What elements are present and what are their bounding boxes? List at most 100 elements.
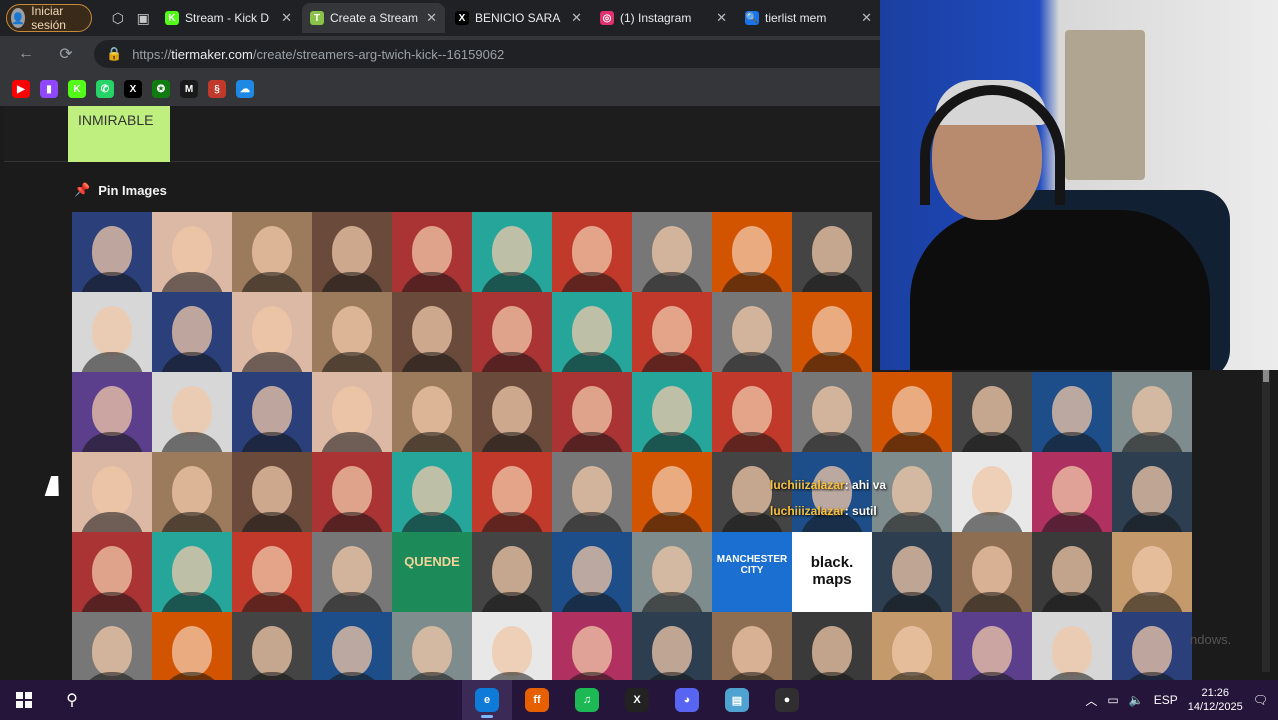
tab-1[interactable]: K Stream - Kick D ✕ bbox=[157, 3, 300, 33]
scrollbar-thumb[interactable] bbox=[1263, 368, 1269, 382]
language-indicator[interactable]: ESP bbox=[1154, 693, 1178, 707]
manchester-city-logo-image[interactable]: MANCHESTER CITY bbox=[712, 532, 792, 612]
streamer-image[interactable] bbox=[72, 292, 152, 372]
streamer-image[interactable] bbox=[952, 452, 1032, 532]
streamer-image[interactable] bbox=[152, 452, 232, 532]
bookmark-x-icon[interactable]: X bbox=[124, 80, 142, 98]
taskbar-edge-button[interactable]: e bbox=[462, 680, 512, 720]
workspaces-icon[interactable]: ⬡ bbox=[106, 4, 129, 32]
streamer-image[interactable] bbox=[232, 372, 312, 452]
streamer-image[interactable] bbox=[232, 532, 312, 612]
streamer-image[interactable] bbox=[552, 532, 632, 612]
streamer-image[interactable] bbox=[632, 452, 712, 532]
streamer-image[interactable] bbox=[1032, 532, 1112, 612]
bookmark-youtube-icon[interactable]: ▶ bbox=[12, 80, 30, 98]
streamer-image[interactable] bbox=[1032, 372, 1112, 452]
streamer-image[interactable] bbox=[152, 292, 232, 372]
notification-icon[interactable]: 🗨 bbox=[1253, 693, 1268, 707]
streamer-image[interactable] bbox=[472, 452, 552, 532]
volume-icon[interactable]: 🔈 bbox=[1129, 693, 1144, 707]
streamer-image[interactable] bbox=[152, 372, 232, 452]
streamer-image[interactable] bbox=[552, 292, 632, 372]
streamer-image[interactable] bbox=[472, 292, 552, 372]
streamer-image[interactable] bbox=[312, 212, 392, 292]
streamer-image[interactable] bbox=[632, 212, 712, 292]
streamer-image[interactable] bbox=[152, 532, 232, 612]
streamer-image[interactable] bbox=[392, 212, 472, 292]
bookmark-medium-icon[interactable]: M bbox=[180, 80, 198, 98]
tier-label[interactable]: INMIRABLE bbox=[68, 106, 170, 162]
tab-actions-icon[interactable]: ▣ bbox=[132, 4, 155, 32]
tab-4[interactable]: ◎ (1) Instagram ✕ bbox=[592, 3, 735, 33]
streamer-image[interactable] bbox=[152, 212, 232, 292]
streamer-image[interactable] bbox=[872, 452, 952, 532]
tab-2[interactable]: T Create a Stream ✕ bbox=[301, 3, 445, 33]
streamer-image[interactable] bbox=[632, 532, 712, 612]
start-button[interactable] bbox=[0, 680, 48, 720]
bookmark-app-icon[interactable]: § bbox=[208, 80, 226, 98]
bookmark-whatsapp-icon[interactable]: ✆ bbox=[96, 80, 114, 98]
close-icon[interactable]: ✕ bbox=[571, 10, 582, 26]
streamer-image[interactable] bbox=[952, 532, 1032, 612]
streamer-image[interactable] bbox=[952, 372, 1032, 452]
close-icon[interactable]: ✕ bbox=[426, 10, 437, 26]
streamer-image[interactable] bbox=[312, 372, 392, 452]
streamer-image[interactable] bbox=[72, 212, 152, 292]
streamer-image[interactable] bbox=[552, 452, 632, 532]
streamer-image[interactable] bbox=[872, 532, 952, 612]
streamer-image[interactable] bbox=[872, 372, 952, 452]
streamer-image[interactable] bbox=[72, 532, 152, 612]
back-arrow-icon[interactable]: ← bbox=[14, 45, 38, 63]
bookmark-twitch-icon[interactable]: ▮ bbox=[40, 80, 58, 98]
streamer-image[interactable] bbox=[312, 452, 392, 532]
bookmark-cloud-icon[interactable]: ☁ bbox=[236, 80, 254, 98]
streamer-image[interactable] bbox=[232, 212, 312, 292]
bookmark-kick-icon[interactable]: K bbox=[68, 80, 86, 98]
streamer-image[interactable] bbox=[232, 292, 312, 372]
streamer-image[interactable] bbox=[712, 292, 792, 372]
streamer-image[interactable] bbox=[312, 292, 392, 372]
streamer-image[interactable] bbox=[72, 452, 152, 532]
streamer-image[interactable] bbox=[1112, 532, 1192, 612]
address-bar[interactable]: 🔒 https://tiermaker.com/create/streamers… bbox=[94, 40, 880, 68]
streamer-image[interactable] bbox=[712, 452, 792, 532]
streamer-image[interactable] bbox=[392, 292, 472, 372]
black-maps-logo-image[interactable]: black. maps bbox=[792, 532, 872, 612]
search-icon[interactable]: ⚲ bbox=[48, 680, 96, 720]
streamer-image[interactable] bbox=[792, 292, 872, 372]
streamer-image[interactable] bbox=[72, 372, 152, 452]
bookmark-xbox-icon[interactable]: ✪ bbox=[152, 80, 170, 98]
streamer-image[interactable] bbox=[312, 532, 392, 612]
clock[interactable]: 21:26 14/12/2025 bbox=[1188, 686, 1243, 714]
tab-5[interactable]: 🔍 tierlist mem ✕ bbox=[737, 3, 880, 33]
streamer-image[interactable] bbox=[552, 372, 632, 452]
streamer-image[interactable] bbox=[392, 372, 472, 452]
streamer-image[interactable] bbox=[472, 532, 552, 612]
streamer-image[interactable] bbox=[792, 212, 872, 292]
streamer-image[interactable] bbox=[472, 372, 552, 452]
close-icon[interactable]: ✕ bbox=[281, 10, 292, 26]
taskbar-discord-button[interactable]: ◕ bbox=[662, 680, 712, 720]
page-scrollbar[interactable] bbox=[1262, 368, 1270, 672]
streamer-image[interactable] bbox=[792, 372, 872, 452]
close-icon[interactable]: ✕ bbox=[861, 10, 872, 26]
streamer-image[interactable] bbox=[552, 212, 632, 292]
taskbar-xsplit-button[interactable]: X bbox=[612, 680, 662, 720]
streamer-image[interactable] bbox=[792, 452, 872, 532]
taskbar-obs-button[interactable]: ● bbox=[762, 680, 812, 720]
streamer-image[interactable] bbox=[632, 372, 712, 452]
streamer-image[interactable] bbox=[712, 372, 792, 452]
quende-logo-image[interactable]: QUENDE bbox=[392, 532, 472, 612]
taskbar-notes-button[interactable]: ▤ bbox=[712, 680, 762, 720]
streamer-image[interactable] bbox=[712, 212, 792, 292]
taskbar-spotify-button[interactable]: ♫ bbox=[562, 680, 612, 720]
network-icon[interactable]: ▭ bbox=[1107, 693, 1118, 707]
chevron-up-icon[interactable]: ︿ bbox=[1085, 692, 1097, 709]
profile-button[interactable]: 👤 Iniciar sesión bbox=[6, 4, 93, 32]
tab-3[interactable]: X BENICIO SARA ✕ bbox=[447, 3, 590, 33]
streamer-image[interactable] bbox=[1112, 372, 1192, 452]
reload-icon[interactable]: ⟳ bbox=[54, 44, 78, 64]
close-icon[interactable]: ✕ bbox=[716, 10, 727, 26]
streamer-image[interactable] bbox=[1112, 452, 1192, 532]
taskbar-firefox-button[interactable]: ff bbox=[512, 680, 562, 720]
